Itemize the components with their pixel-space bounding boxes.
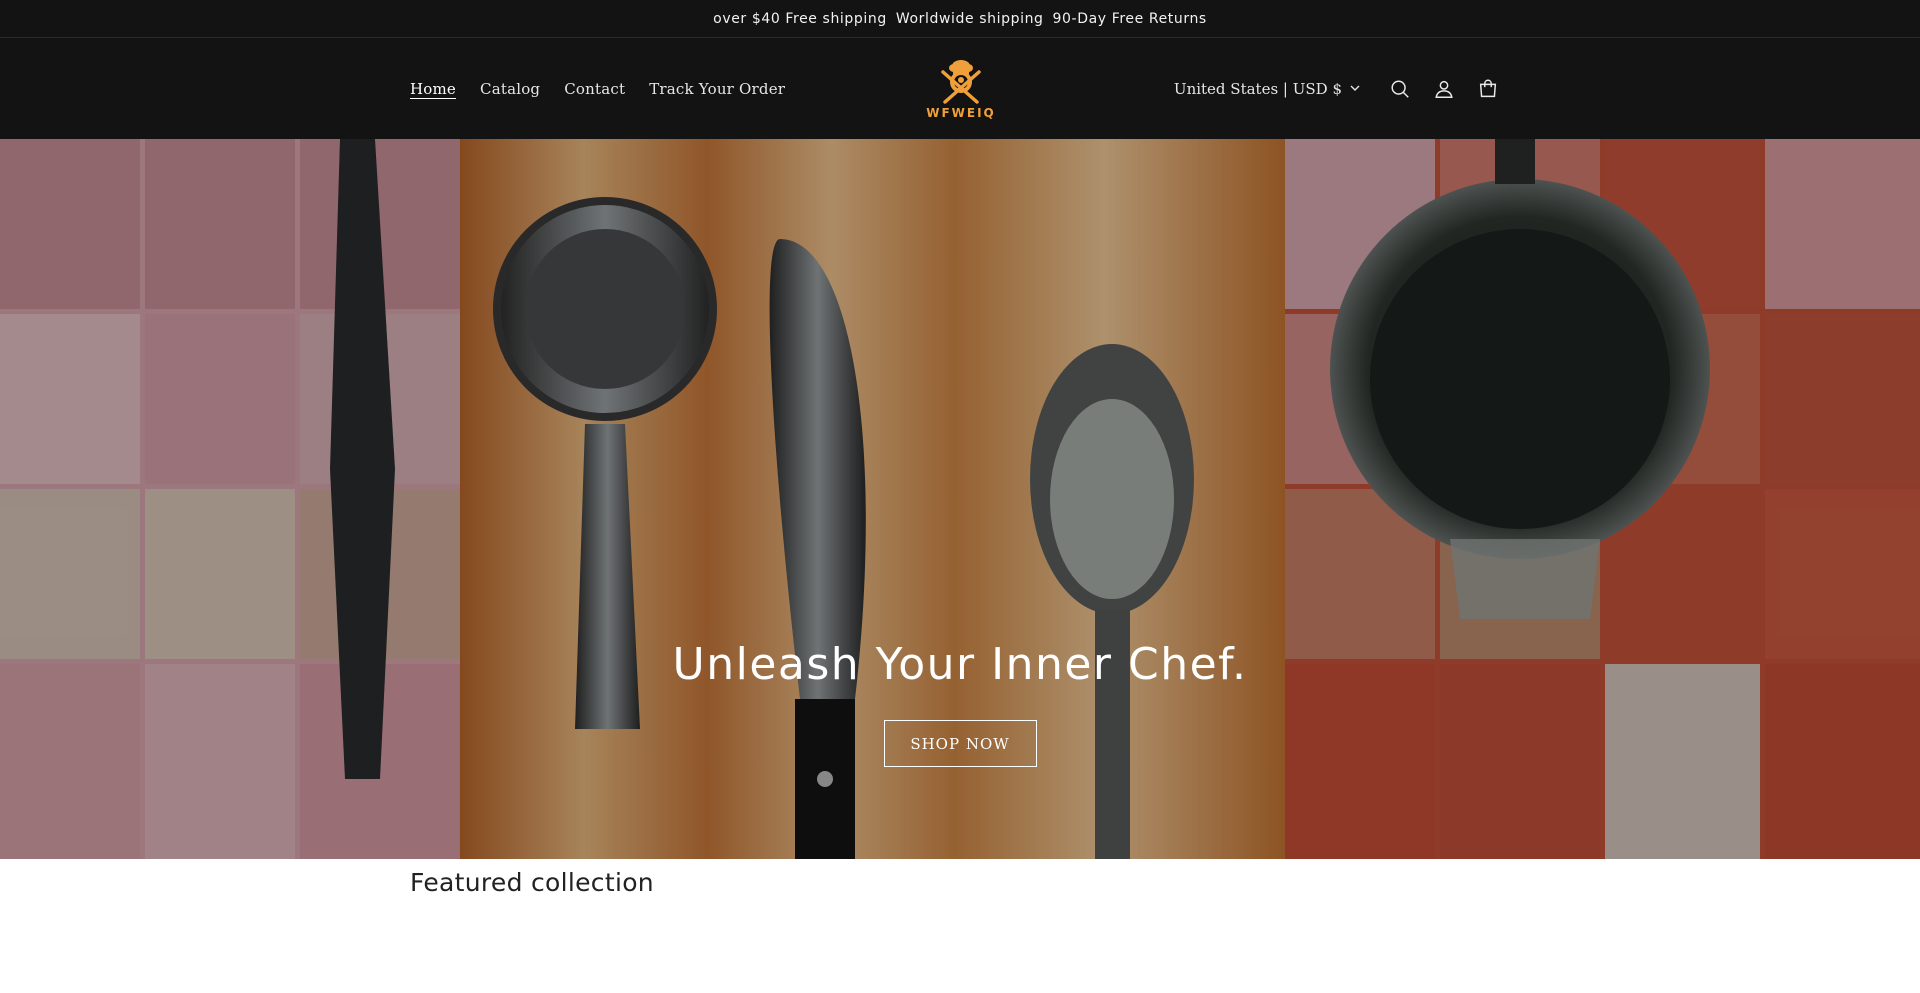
chevron-down-icon <box>1350 85 1360 91</box>
nav-link-catalog[interactable]: Catalog <box>480 80 540 98</box>
nav-link-home[interactable]: Home <box>410 80 456 98</box>
shop-now-button[interactable]: SHOP NOW <box>883 720 1037 767</box>
account-button[interactable] <box>1422 67 1466 111</box>
country-currency-selector[interactable]: United States | USD $ <box>1174 80 1360 98</box>
logo-text: WFWEIQ <box>926 106 996 120</box>
chef-logo-icon <box>941 60 981 104</box>
hero-content: Unleash Your Inner Chef. SHOP NOW <box>0 639 1920 767</box>
announcement-item: 90-Day Free Returns <box>1052 10 1207 27</box>
account-icon <box>1435 80 1453 98</box>
hero-title: Unleash Your Inner Chef. <box>672 639 1248 690</box>
cart-button[interactable] <box>1466 67 1510 111</box>
site-header: Home Catalog Contact Track Your Order WF… <box>0 38 1920 139</box>
header-utilities: United States | USD $ <box>1174 38 1510 139</box>
cart-icon <box>1479 79 1497 97</box>
search-icon <box>1391 79 1409 98</box>
site-logo[interactable]: WFWEIQ <box>926 58 996 124</box>
featured-collection-section: Featured collection <box>410 868 654 897</box>
main-nav: Home Catalog Contact Track Your Order <box>410 38 785 139</box>
country-currency-label: United States | USD $ <box>1173 79 1342 98</box>
announcement-item: over $40 Free shipping <box>713 10 887 27</box>
nav-link-track-order[interactable]: Track Your Order <box>649 80 785 98</box>
hero-banner: Unleash Your Inner Chef. SHOP NOW <box>0 139 1920 859</box>
nav-link-contact[interactable]: Contact <box>564 80 625 98</box>
search-button[interactable] <box>1378 67 1422 111</box>
featured-collection-title: Featured collection <box>410 868 654 897</box>
announcement-item: Worldwide shipping <box>895 10 1044 27</box>
announcement-bar: over $40 Free shipping Worldwide shippin… <box>0 0 1920 38</box>
